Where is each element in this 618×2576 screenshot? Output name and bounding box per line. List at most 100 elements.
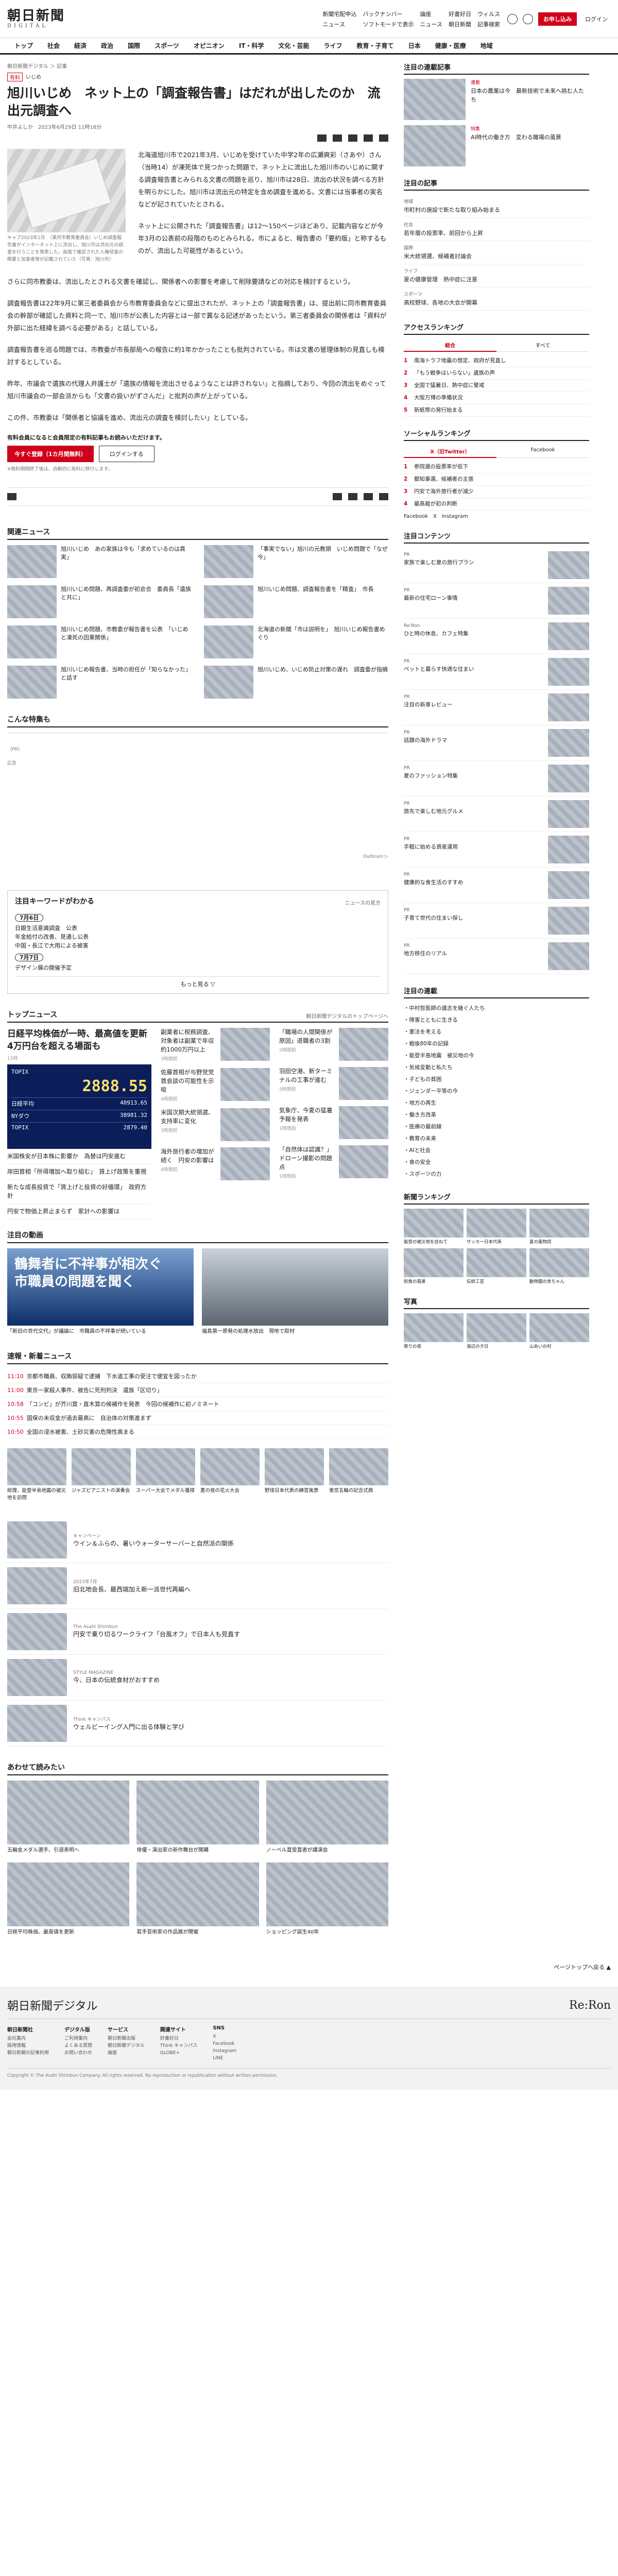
serial-item[interactable]: 医療の最前線 [404, 1121, 589, 1133]
topnews-list-item[interactable]: 米国株安が日本株に影響か 為替は円安進む [7, 1149, 151, 1164]
mail-icon[interactable] [333, 493, 342, 500]
photo-item[interactable]: 東京五輪の記念式典 [329, 1448, 388, 1502]
sidebar-photo-item[interactable]: サッカー日本代表 [467, 1209, 526, 1245]
footer-link[interactable]: お問い合わせ [64, 2049, 92, 2057]
serial-item[interactable]: 障害とともに生きる [404, 1014, 589, 1026]
serial-item[interactable]: ジェンダー平等の今 [404, 1086, 589, 1097]
social-link[interactable]: Facebook [404, 514, 428, 519]
serial-item[interactable]: 教育の未来 [404, 1133, 589, 1145]
header-link[interactable]: バックナンバー [363, 10, 414, 18]
serial-item[interactable]: 子どもの貧困 [404, 1074, 589, 1086]
footer-link[interactable]: 朝日新聞デジタル [108, 2042, 145, 2049]
ranking-item[interactable]: 1 参院選の投票率が低下 [404, 461, 589, 473]
topnews-card[interactable]: 羽田空港、新ターミナルの工事が進む 5時間前 [279, 1067, 388, 1100]
ranking-item[interactable]: 3 円安で海外旅行者が減少 [404, 486, 589, 498]
sidebar-photo-item[interactable]: 海辺の夕日 [467, 1313, 526, 1350]
help-icon[interactable] [523, 13, 533, 24]
header-link[interactable]: ウィルス [477, 10, 500, 18]
ranking-item[interactable]: 3 全国で猛暑日、熱中症に警戒 [404, 380, 589, 392]
footer-link[interactable]: Instagram [213, 2047, 236, 2055]
topnews-card[interactable]: 「職場の人間関係が原因」退職者の3割 2時間前 [279, 1028, 388, 1061]
serial-item[interactable]: スポーツの力 [404, 1168, 589, 1180]
photo-item[interactable]: スーパー大会でメダル獲得 [136, 1448, 195, 1502]
sidebar-list-item[interactable]: 地域 市町村の施設で新たな取り組み始まる [404, 195, 589, 218]
serial-item[interactable]: 気候変動と私たち [404, 1062, 589, 1074]
sidebar-photo-item[interactable]: 祭りの夜 [404, 1313, 464, 1350]
topnews-card[interactable]: 「自然体は認識？」ドローン撮影の問題点 1時間前 [279, 1145, 388, 1179]
sidebar-list-item[interactable]: 社会 若年層の投票率、前回から上昇 [404, 218, 589, 241]
login-button[interactable]: ログイン [582, 13, 611, 25]
footer-link[interactable]: Facebook [213, 2040, 236, 2047]
content-item[interactable]: PR 手軽に始める資産運用 [404, 832, 589, 868]
serial-item[interactable]: 能登半島地震 被災地の今 [404, 1050, 589, 1062]
stock-board[interactable]: TOPIX 2888.55 日経平均 40913.65 NYダウ 38981.32 TO… [7, 1064, 151, 1149]
sidebar-photo-item[interactable]: 街角の風景 [404, 1248, 464, 1285]
footer-link[interactable]: 朝日新聞の記事利用 [7, 2049, 49, 2057]
topnews-card[interactable]: 米国次期大統領選、支持率に変化 3時間前 [161, 1108, 270, 1141]
header-link[interactable]: 論座 [420, 10, 442, 18]
article-photo[interactable]: キャプ2023年1月 （某所市教育委員会）いじめ調査報告書がインターネット上に流… [7, 149, 126, 266]
pickup-item[interactable]: 連載 日本の農業は今 最新技術で未来へ挑む人たち [404, 79, 589, 120]
header-link[interactable]: ニュース [420, 20, 442, 28]
social-link[interactable]: X [433, 514, 437, 519]
ranking-tab[interactable]: すべて [496, 339, 589, 352]
flash-item[interactable]: 10:58 「コンビ」が芥川賞・直木賞の候補作を発表 今回の候補作に初ノミネート [7, 1397, 388, 1411]
related-item[interactable]: 旭川いじめ あの家族は今も「求めているのは真実」 [7, 545, 192, 578]
nav-item[interactable]: 文化・芸能 [271, 41, 317, 50]
flash-item[interactable]: 10:50 全国の浸水被害、土砂災害の危険性高まる [7, 1425, 388, 1439]
footer-link[interactable]: 朝日新聞出版 [108, 2035, 145, 2042]
topnews-card[interactable]: 海外旅行者の増加が続く 円安の影響は 4時間前 [161, 1147, 270, 1180]
nav-item[interactable]: 政治 [94, 41, 121, 50]
x-share-icon[interactable] [364, 493, 373, 500]
topnews-lead-title[interactable]: 日経平均株価が一時、最高値を更新 4万円台を超える場面も [7, 1028, 156, 1053]
re-ron-logo[interactable]: Re:Ron [569, 1999, 611, 2012]
header-link[interactable]: 好書好日 [449, 10, 471, 18]
keyword-item[interactable]: 中国・長江で大雨による被害 [15, 941, 381, 950]
nav-item[interactable]: スポーツ [147, 41, 186, 50]
nav-item[interactable]: 日本 [401, 41, 428, 50]
facebook-share-icon[interactable] [348, 134, 357, 142]
sidebar-photo-item[interactable]: 夏の風物詩 [529, 1209, 589, 1245]
keyword-more-link[interactable]: ニュースの見方 [345, 899, 381, 906]
sidebar-photo-item[interactable]: 山あいの村 [529, 1313, 589, 1350]
photo-item[interactable]: 野球日本代表の練習風景 [265, 1448, 324, 1502]
keyword-item[interactable]: 年金給付の改善、見通し公表 [15, 933, 381, 941]
serial-item[interactable]: 中村哲医師の遺志を継ぐ人たち [404, 1003, 589, 1014]
rec-item[interactable]: 五輪金メダル選手、引退表明へ [7, 1781, 130, 1854]
topnews-more-link[interactable]: 朝日新聞デジタルのトップページへ [306, 1012, 388, 1020]
nav-item[interactable]: 社会 [40, 41, 67, 50]
flash-item[interactable]: 11:10 京都市職員、収賄容疑で逮捕 下水道工事の受注で便宜を図ったか [7, 1369, 388, 1383]
photo-item[interactable]: 総理、能登半島地震の被災地を訪問 [7, 1448, 66, 1502]
content-item[interactable]: PR 最新の住宅ローン事情 [404, 583, 589, 619]
nav-item[interactable]: ライフ [317, 41, 350, 50]
outbrain-label[interactable]: Outbrain ▷ [7, 854, 388, 859]
promo-item[interactable]: キャンペーン ウイン＆ふらの、暑いウォーターサーバーと自然派の関係 [7, 1517, 388, 1563]
keyword-item[interactable]: 日銀生活意識調査 公表 [15, 924, 381, 933]
bookmark-icon[interactable] [379, 493, 388, 500]
content-item[interactable]: PR 家族で楽しむ夏の旅行プラン [404, 548, 589, 583]
flash-item[interactable]: 10:55 国保の未収金が過去最高に 自治体の対策進まず [7, 1411, 388, 1425]
photo-item[interactable]: 夏の夜の花火大会 [200, 1448, 260, 1502]
mail-icon[interactable] [317, 134, 327, 142]
related-item[interactable]: 旭川いじめ、いじめ防止対策の遅れ 調査委が指摘 [204, 666, 388, 699]
related-item[interactable]: 旭川いじめ報告書、当時の担任が「知らなかった」と話す [7, 666, 192, 699]
rec-item[interactable]: 若手芸術家の作品展が開催 [136, 1862, 259, 1936]
social-link[interactable]: Instagram [442, 514, 468, 519]
page-top-link[interactable]: ページトップへ戻る ▲ [0, 1957, 618, 1987]
author[interactable]: 中井よしか [7, 125, 33, 130]
topnews-list-item[interactable]: 円安で物価上昇止まらず 家計への影響は [7, 1204, 151, 1219]
photo-item[interactable]: ジャズピアニストの演奏会 [72, 1448, 131, 1502]
header-link[interactable]: ニュース [323, 20, 357, 28]
breadcrumb[interactable]: 朝日新聞デジタル ＞ 記事 [7, 62, 388, 70]
print-icon[interactable] [7, 493, 16, 500]
footer-link[interactable]: Think キャンパス [160, 2042, 197, 2049]
footer-link[interactable]: 好書好日 [160, 2035, 197, 2042]
content-item[interactable]: PR 注目の新車レビュー [404, 690, 589, 725]
related-item[interactable]: 北海道の新聞「市は説明を」 旭川いじめ報告書めぐり [204, 625, 388, 658]
x-share-icon[interactable] [333, 134, 342, 142]
pickup-item[interactable]: 特集 AI時代の働き方 変わる職場の風景 [404, 125, 589, 166]
serial-item[interactable]: 地方の再生 [404, 1097, 589, 1109]
sidebar-photo-item[interactable]: 伝統工芸 [467, 1248, 526, 1285]
subscribe-button[interactable]: 今すぐ登録（1カ月間無料） [7, 446, 94, 462]
content-item[interactable]: Re:Ron ひと時の休息、カフェ特集 [404, 619, 589, 654]
